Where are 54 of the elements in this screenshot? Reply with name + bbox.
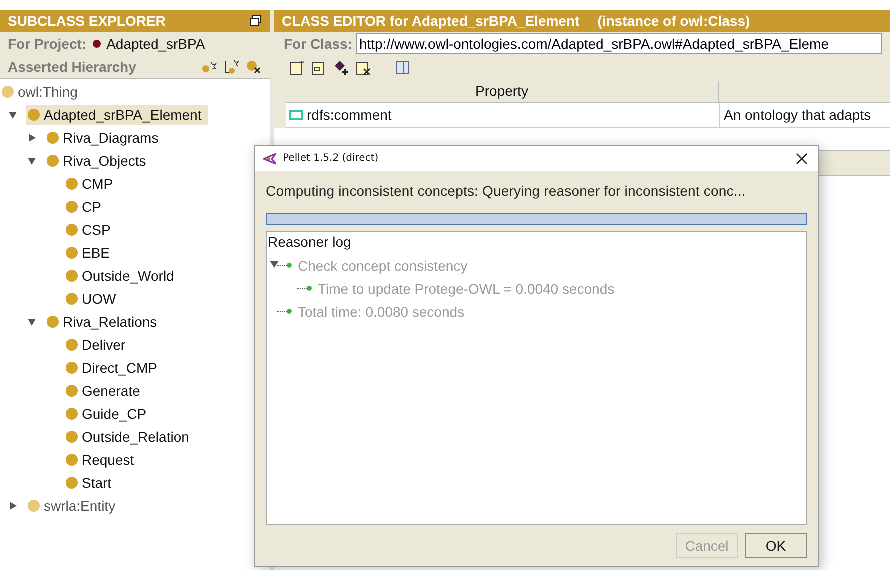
tree-item[interactable]: CSP [64,220,117,240]
tree-item[interactable]: owl:Thing [0,82,84,102]
tree-item[interactable]: Outside_Relation [64,426,196,446]
project-label: For Project: [8,36,87,52]
tree-item[interactable]: Deliver [64,334,132,354]
log-entry: Total time: 0.0080 seconds [298,304,465,320]
expand-toggle-icon[interactable] [8,110,18,120]
close-button[interactable] [794,150,810,166]
columns-icon[interactable] [396,61,410,75]
table-cell-text: An ontology that adapts [723,106,872,125]
tree-item[interactable]: Request [64,450,140,470]
tree-item[interactable]: EBE [64,242,116,262]
tree-item[interactable]: Generate [64,380,146,400]
project-dot-icon [92,40,101,48]
hierarchy-label: Asserted Hierarchy [8,58,136,74]
tree-item[interactable]: Outside_World [64,266,180,286]
tree-item[interactable]: CP [64,196,108,216]
window-restore-icon[interactable] [250,15,262,27]
panel-title: CLASS EDITOR for Adapted_srBPA_Element [282,13,580,29]
panel-subtitle: (instance of owl:Class) [598,13,750,29]
log-entry: Check concept consistency [298,258,468,274]
log-entry: Time to update Protege-OWL = 0.0040 seconds [318,280,615,296]
log-bullet-icon [287,309,292,314]
expand-toggle-icon[interactable] [270,260,279,269]
class-uri-field[interactable]: http://www.owl-ontologies.com/Adapted_srBPA.owl#Adapted_srBPA_Eleme [356,33,882,54]
tree-item[interactable]: Riva_Objects [45,150,152,170]
expand-toggle-icon[interactable] [8,500,18,510]
tree-item[interactable]: Start [64,472,118,492]
class-label: For Class: [284,36,352,52]
expand-toggle-icon[interactable] [27,156,37,166]
log-bullet-icon [307,286,312,291]
log-title: Reasoner log [267,234,352,252]
property-name: rdfs:comment [307,107,392,123]
project-name: Adapted_srBPA [106,36,206,52]
panel-title: SUBCLASS EXPLORER [8,13,166,29]
tree-item[interactable]: UOW [64,288,122,308]
dialog-button[interactable]: OK [745,533,807,558]
tree-item[interactable]: Guide_CP [64,404,153,424]
tree-item[interactable]: Adapted_srBPA_Element [26,104,208,124]
expand-toggle-icon[interactable] [27,132,37,142]
tree-item[interactable]: swrla:Entity [26,496,122,516]
delete-class-icon[interactable] [246,58,262,74]
dialog-title: Pellet 1.5.2 (direct) [283,153,379,164]
tree-item[interactable]: Direct_CMP [64,358,164,378]
expand-toggle-icon[interactable] [27,316,37,326]
log-bullet-icon [287,263,292,268]
delete-document-icon[interactable] [356,60,372,76]
pellet-logo-icon [263,152,277,164]
tree-item[interactable]: Riva_Relations [45,312,164,332]
annotation-property-icon [289,110,303,120]
tree-item[interactable]: CMP [64,174,120,194]
tree-item[interactable]: Riva_Diagrams [45,128,165,148]
status-message: Computing inconsistent concepts: Querying reasoner for inconsistent conc... [266,183,747,199]
diamond-add-icon[interactable] [334,60,350,76]
